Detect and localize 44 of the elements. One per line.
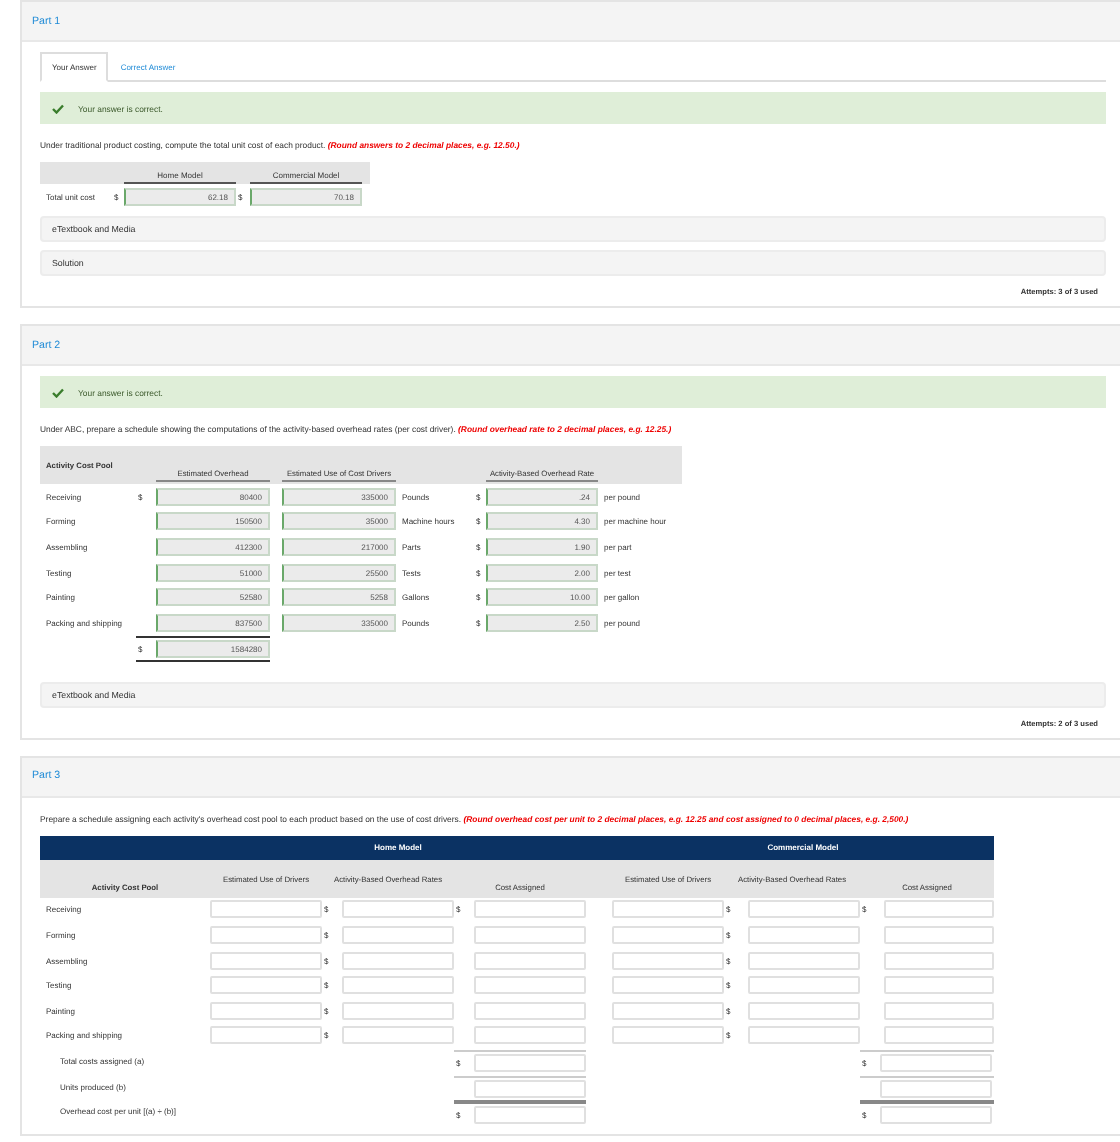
check-icon bbox=[52, 103, 64, 113]
answer-field[interactable] bbox=[748, 976, 860, 995]
answer-field[interactable] bbox=[342, 1026, 454, 1045]
answer-field[interactable] bbox=[210, 1001, 322, 1020]
answer-field[interactable] bbox=[748, 900, 860, 919]
answer-field[interactable] bbox=[612, 900, 724, 919]
answer-field[interactable] bbox=[884, 951, 994, 970]
answer-field[interactable] bbox=[342, 951, 454, 970]
answer-field[interactable] bbox=[748, 925, 860, 944]
answer-field[interactable] bbox=[880, 1053, 992, 1072]
answer-field[interactable] bbox=[612, 951, 724, 970]
answer-field[interactable] bbox=[474, 951, 586, 970]
answer-field[interactable] bbox=[884, 925, 994, 944]
answer-field[interactable] bbox=[342, 925, 454, 944]
answer-field[interactable] bbox=[884, 1026, 994, 1045]
answer-field[interactable] bbox=[210, 925, 322, 944]
answer-field[interactable] bbox=[880, 1105, 992, 1124]
answer-field[interactable] bbox=[748, 1001, 860, 1020]
answer-field[interactable] bbox=[884, 900, 994, 919]
answer-field[interactable] bbox=[210, 951, 322, 970]
answer-field[interactable] bbox=[474, 1026, 586, 1045]
answer-field[interactable] bbox=[474, 1001, 586, 1020]
answer-field[interactable] bbox=[612, 1001, 724, 1020]
answer-field[interactable] bbox=[474, 900, 586, 919]
answer-field[interactable] bbox=[474, 1105, 586, 1124]
answer-field[interactable] bbox=[210, 900, 322, 919]
answer-field[interactable] bbox=[748, 1026, 860, 1045]
answer-field[interactable] bbox=[884, 976, 994, 995]
answer-field[interactable] bbox=[612, 976, 724, 995]
answer-field[interactable] bbox=[210, 976, 322, 995]
answer-field[interactable] bbox=[210, 1026, 322, 1045]
answer-field[interactable] bbox=[474, 1079, 586, 1098]
answer-field[interactable] bbox=[474, 1053, 586, 1072]
answer-field[interactable] bbox=[342, 1001, 454, 1020]
answer-field[interactable] bbox=[612, 925, 724, 944]
answer-field[interactable] bbox=[342, 900, 454, 919]
answer-field[interactable] bbox=[748, 951, 860, 970]
answer-field[interactable] bbox=[612, 1026, 724, 1045]
answer-field[interactable] bbox=[474, 925, 586, 944]
answer-field[interactable] bbox=[342, 976, 454, 995]
answer-field[interactable] bbox=[884, 1001, 994, 1020]
answer-field[interactable] bbox=[474, 976, 586, 995]
answer-field[interactable] bbox=[880, 1079, 992, 1098]
check-icon bbox=[52, 387, 64, 397]
